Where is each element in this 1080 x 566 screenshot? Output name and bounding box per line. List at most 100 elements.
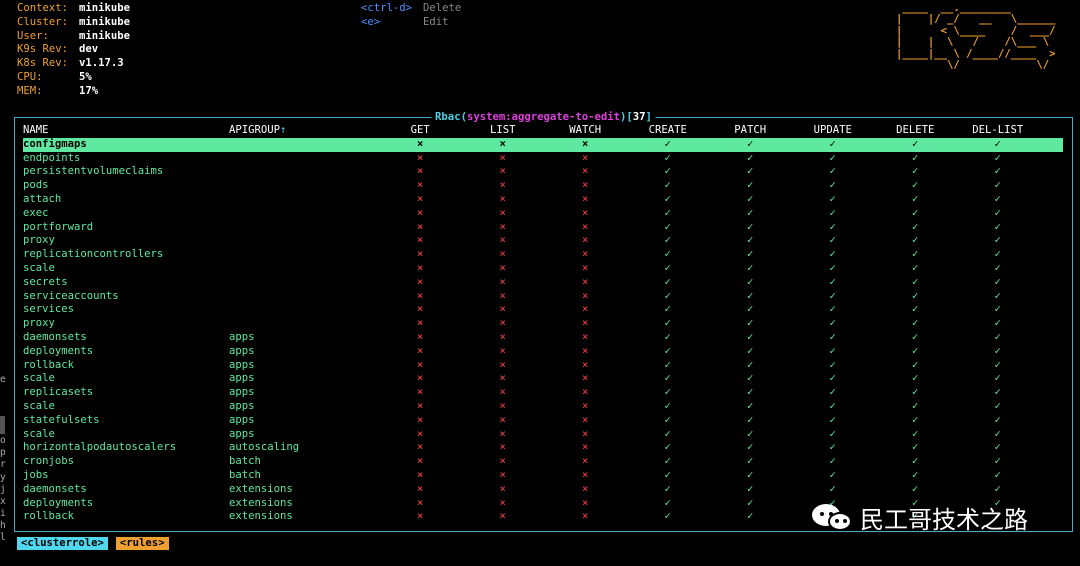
allowed-icon: ✓ (829, 399, 836, 412)
column-header-apigroup[interactable]: APIGROUP↑ (229, 124, 379, 138)
denied-icon: × (417, 206, 424, 219)
allowed-icon: ✓ (664, 468, 671, 481)
api-group (229, 165, 379, 179)
column-header-del-list[interactable]: DEL-LIST (957, 124, 1040, 138)
allowed-icon: ✓ (994, 427, 1001, 440)
info-value: minikube (79, 15, 131, 28)
column-header-list[interactable]: LIST (462, 124, 545, 138)
table-row[interactable]: configmaps × × × ✓ ✓ ✓ ✓ ✓ (23, 137, 1063, 152)
table-row[interactable]: pods × × × ✓ ✓ ✓ ✓ ✓ (23, 179, 1063, 193)
table-row[interactable]: portforward × × × ✓ ✓ ✓ ✓ ✓ (23, 221, 1063, 235)
column-header-delete[interactable]: DELETE (874, 124, 957, 138)
denied-icon: × (499, 358, 506, 371)
column-header-update[interactable]: UPDATE (792, 124, 875, 138)
allowed-icon: ✓ (664, 344, 671, 357)
allowed-icon: ✓ (829, 206, 836, 219)
table-row[interactable]: horizontalpodautoscalers autoscaling × × × ✓ ✓… (23, 441, 1063, 455)
table-row[interactable]: attach × × × ✓ ✓ ✓ ✓ ✓ (23, 193, 1063, 207)
table-row[interactable]: jobs batch × × × ✓ ✓ ✓ ✓ ✓ (23, 469, 1063, 483)
denied-icon: × (499, 206, 506, 219)
denied-icon: × (582, 261, 589, 274)
api-group: autoscaling (229, 441, 300, 454)
denied-icon: × (417, 192, 424, 205)
allowed-icon: ✓ (912, 441, 919, 454)
allowed-icon: ✓ (829, 192, 836, 205)
allowed-icon: ✓ (994, 468, 1001, 481)
table-row[interactable]: scale apps × × × ✓ ✓ ✓ ✓ ✓ (23, 428, 1063, 442)
allowed-icon: ✓ (912, 137, 919, 150)
table-row[interactable]: proxy × × × ✓ ✓ ✓ ✓ ✓ (23, 234, 1063, 248)
table-row[interactable]: persistentvolumeclaims × × × ✓ ✓ ✓ ✓ ✓ (23, 165, 1063, 179)
allowed-icon: ✓ (829, 234, 836, 247)
info-label: MEM: (17, 84, 43, 97)
table-row[interactable]: rollback apps × × × ✓ ✓ ✓ ✓ ✓ (23, 359, 1063, 373)
denied-icon: × (582, 358, 589, 371)
denied-icon: × (417, 344, 424, 357)
table-row[interactable]: scale apps × × × ✓ ✓ ✓ ✓ ✓ (23, 372, 1063, 386)
info-label: Cluster: (17, 15, 69, 28)
k9s-logo: ____ __.________ | |/ _/ __ \______ | < … (896, 2, 1056, 72)
allowed-icon: ✓ (747, 510, 754, 523)
denied-icon: × (582, 399, 589, 412)
crumb-rules[interactable]: <rules> (115, 537, 169, 550)
table-row[interactable]: daemonsets apps × × × ✓ ✓ ✓ ✓ ✓ (23, 331, 1063, 345)
allowed-icon: ✓ (664, 289, 671, 302)
allowed-icon: ✓ (829, 275, 836, 288)
table-row[interactable]: scale × × × ✓ ✓ ✓ ✓ ✓ (23, 262, 1063, 276)
table-row[interactable]: deployments apps × × × ✓ ✓ ✓ ✓ ✓ (23, 345, 1063, 359)
denied-icon: × (499, 317, 506, 330)
column-header-name[interactable]: NAME (23, 124, 229, 138)
allowed-icon: ✓ (664, 427, 671, 440)
resource-name: cronjobs (23, 455, 75, 468)
table-row[interactable]: endpoints × × × ✓ ✓ ✓ ✓ ✓ (23, 152, 1063, 166)
allowed-icon: ✓ (747, 330, 754, 343)
denied-icon: × (417, 468, 424, 481)
api-group (229, 152, 379, 166)
info-row: Cluster: minikube (17, 16, 130, 30)
denied-icon: × (499, 330, 506, 343)
left-edge-char: p (0, 447, 6, 459)
resource-name: scale (23, 427, 55, 440)
allowed-icon: ✓ (994, 344, 1001, 357)
rbac-table-frame: Rbac(system:aggregate-to-edit)[37] NAME … (14, 110, 1073, 532)
api-group: apps (229, 399, 255, 412)
api-group: extensions (229, 510, 293, 523)
crumb-clusterrole[interactable]: <clusterrole> (17, 537, 108, 550)
table-row[interactable]: services × × × ✓ ✓ ✓ ✓ ✓ (23, 303, 1063, 317)
allowed-icon: ✓ (747, 386, 754, 399)
denied-icon: × (499, 289, 506, 302)
table-row[interactable]: statefulsets apps × × × ✓ ✓ ✓ ✓ ✓ (23, 414, 1063, 428)
column-header-patch[interactable]: PATCH (709, 124, 792, 138)
allowed-icon: ✓ (664, 192, 671, 205)
api-group (229, 138, 379, 152)
api-group: apps (229, 427, 255, 440)
table-row[interactable]: exec × × × ✓ ✓ ✓ ✓ ✓ (23, 207, 1063, 221)
denied-icon: × (499, 303, 506, 316)
allowed-icon: ✓ (912, 248, 919, 261)
table-row[interactable]: daemonsets extensions × × × ✓ ✓ ✓ ✓ ✓ (23, 483, 1063, 497)
api-group (229, 248, 379, 262)
allowed-icon: ✓ (994, 192, 1001, 205)
left-edge-char (0, 386, 6, 398)
api-group: apps (229, 344, 255, 357)
table-row[interactable]: scale apps × × × ✓ ✓ ✓ ✓ ✓ (23, 400, 1063, 414)
info-value: minikube (79, 29, 131, 42)
table-row[interactable]: serviceaccounts × × × ✓ ✓ ✓ ✓ ✓ (23, 290, 1063, 304)
denied-icon: × (417, 482, 424, 495)
table-row[interactable]: cronjobs batch × × × ✓ ✓ ✓ ✓ ✓ (23, 455, 1063, 469)
column-header-get[interactable]: GET (379, 124, 462, 138)
left-edge-char: o (0, 434, 6, 446)
allowed-icon: ✓ (994, 248, 1001, 261)
allowed-icon: ✓ (664, 330, 671, 343)
denied-icon: × (417, 317, 424, 330)
rbac-table[interactable]: NAME APIGROUP↑ GET LIST WATCH CREATE PATCH UP… (23, 124, 1063, 524)
table-row[interactable]: secrets × × × ✓ ✓ ✓ ✓ ✓ (23, 276, 1063, 290)
left-edge-char: r (0, 459, 6, 471)
table-row[interactable]: replicationcontrollers × × × ✓ ✓ ✓ ✓ ✓ (23, 248, 1063, 262)
table-row[interactable]: proxy × × × ✓ ✓ ✓ ✓ ✓ (23, 317, 1063, 331)
denied-icon: × (582, 441, 589, 454)
allowed-icon: ✓ (747, 261, 754, 274)
column-header-watch[interactable]: WATCH (544, 124, 627, 138)
table-row[interactable]: replicasets apps × × × ✓ ✓ ✓ ✓ ✓ (23, 386, 1063, 400)
column-header-create[interactable]: CREATE (627, 124, 710, 138)
